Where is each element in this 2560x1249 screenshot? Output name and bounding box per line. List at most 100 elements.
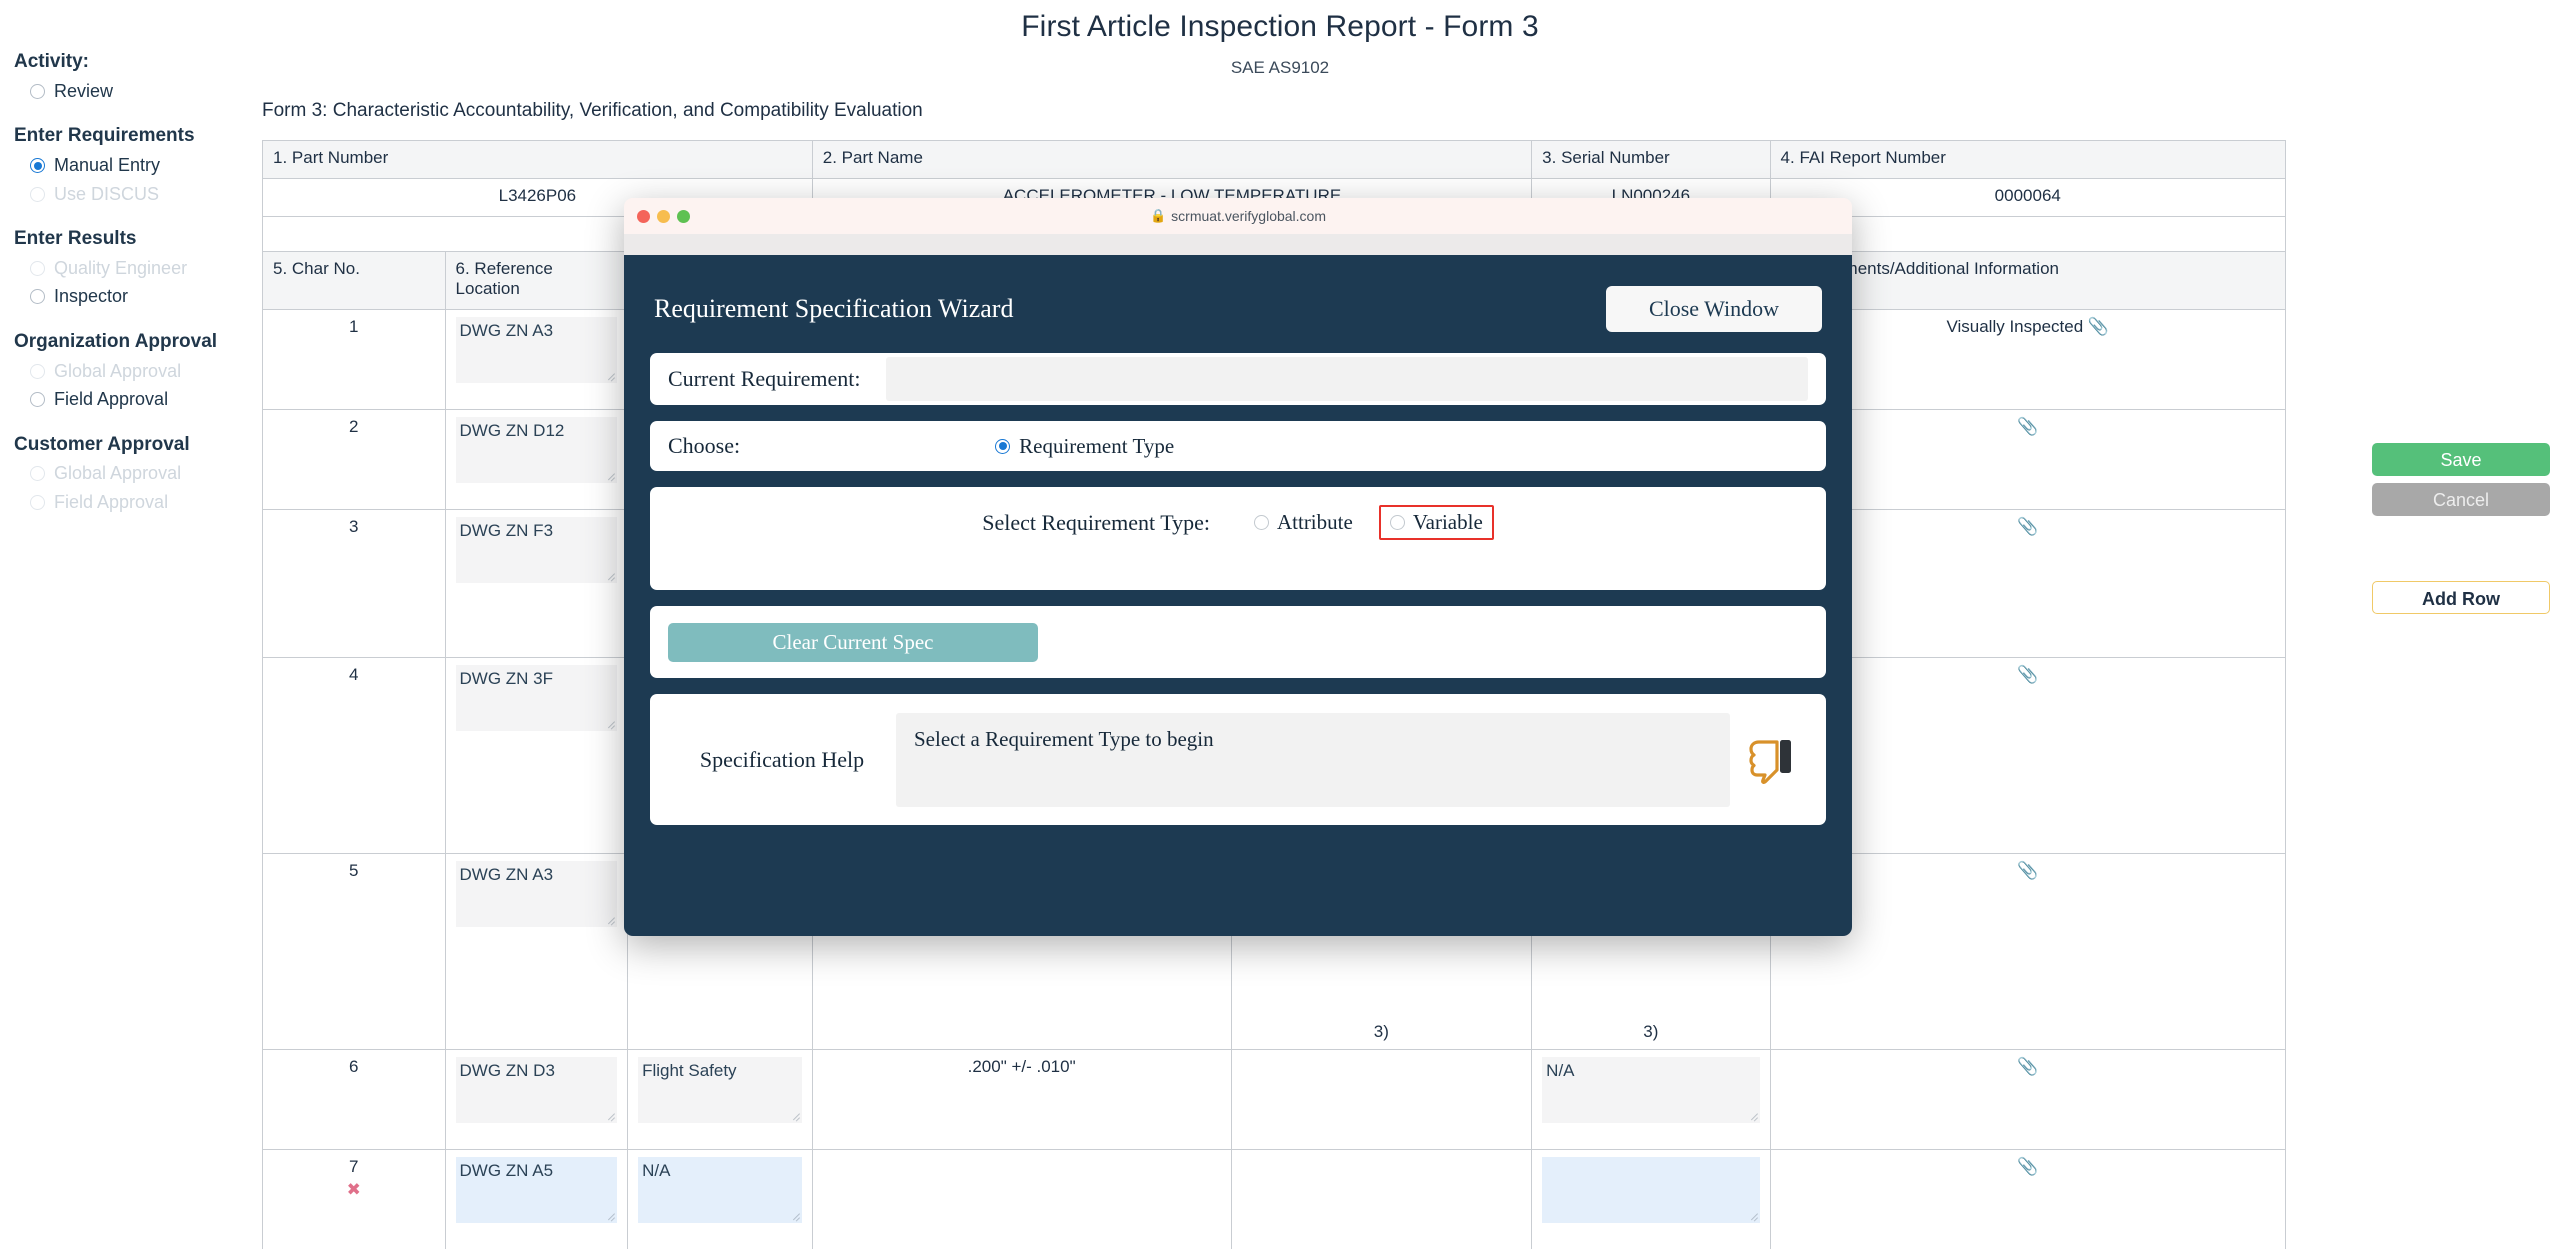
cell-results[interactable] [1230,1049,1533,1150]
designator-input[interactable]: Flight Safety [638,1057,802,1123]
designator-input[interactable]: N/A [638,1157,802,1223]
current-requirement-field[interactable] [886,357,1808,401]
cell-requirement[interactable] [811,1149,1232,1249]
resize-grip-icon[interactable] [606,473,615,482]
paperclip-icon[interactable]: 📎 [2017,1057,2038,1076]
requirement-specification-wizard-modal: Requirement Specification Wizard Close W… [624,255,1852,936]
close-window-button[interactable]: Close Window [1606,286,1822,332]
cell-reference-location[interactable]: DWG ZN A3 [444,853,629,1050]
modal-title: Requirement Specification Wizard [654,294,1014,323]
cancel-button[interactable]: Cancel [2372,483,2550,516]
choose-panel: Choose: Requirement Type [650,421,1826,471]
cell-tooling[interactable] [1531,1149,1771,1249]
radio-icon[interactable] [1253,515,1269,530]
radio-icon [30,466,45,482]
paperclip-icon[interactable]: 📎 [2017,861,2038,880]
table-row: 6 DWG ZN D3 Flight Safety .200" +/- .010… [262,1049,2287,1150]
reference-location-input[interactable]: DWG ZN D12 [455,417,618,483]
paperclip-icon[interactable]: 📎 [2017,417,2038,436]
select-requirement-type-panel: Select Requirement Type: Attribute Varia… [650,487,1826,590]
page-subtitle: SAE AS9102 [1230,58,1330,77]
col-serial-number: 3. Serial Number [1531,140,1771,179]
sidebar-option-org-field-approval[interactable]: Field Approval [14,388,244,411]
cell-requirement[interactable]: .200" +/- .010" [811,1049,1232,1150]
sidebar-option-label: Quality Engineer [54,257,188,278]
radio-icon[interactable] [30,289,45,305]
reference-location-input[interactable]: DWG ZN 3F [455,665,618,731]
radio-icon[interactable] [30,392,45,407]
cell-char-no: 2 [262,409,446,510]
browser-toolbar-gap [624,234,1852,255]
add-row-button[interactable]: Add Row [2372,581,2550,614]
sidebar-option-quality-engineer: Quality Engineer [14,257,244,280]
radio-icon[interactable] [30,83,45,99]
specification-help-panel: Specification Help Select a Requirement … [650,694,1826,825]
resize-grip-icon[interactable] [606,917,615,926]
resize-grip-icon[interactable] [606,721,615,730]
sidebar-group-customer-approval: Customer Approval [14,433,190,455]
cell-char-no: 4 [262,657,446,854]
resize-grip-icon[interactable] [606,573,615,582]
reference-location-input[interactable]: DWG ZN A5 [455,1157,618,1223]
sidebar-activity-label: Activity: [14,51,89,72]
sidebar-group-enter-requirements: Enter Requirements [14,125,195,147]
radio-icon[interactable] [995,438,1011,454]
comments-text: Visually Inspected [1946,317,2084,336]
radio-icon[interactable] [1389,515,1405,530]
resize-grip-icon[interactable] [606,1213,615,1222]
requirement-type-attribute-option[interactable]: Attribute [1246,506,1361,539]
char-no-value: 7 [349,1157,359,1176]
paperclip-icon[interactable]: 📎 [2017,517,2038,536]
paperclip-icon[interactable]: 📎 [2088,317,2109,336]
tooling-input[interactable]: N/A [1542,1057,1760,1123]
choose-option-requirement-type[interactable]: Requirement Type [995,434,1174,459]
cell-char-no: 7 ✖ [262,1149,446,1249]
paperclip-icon[interactable]: 📎 [2017,1157,2038,1176]
requirement-type-variable-option[interactable]: Variable [1378,505,1494,540]
cell-reference-location[interactable]: DWG ZN 3F [444,657,629,854]
resize-grip-icon[interactable] [606,1113,615,1122]
paperclip-icon[interactable]: 📎 [2017,665,2038,684]
sidebar-option-manual-entry[interactable]: Manual Entry [14,154,244,177]
select-requirement-type-label: Select Requirement Type: [982,509,1210,535]
choose-option-label: Requirement Type [1019,433,1175,458]
cell-reference-location[interactable]: DWG ZN A5 [444,1149,629,1249]
cell-reference-location[interactable]: DWG ZN D3 [444,1049,629,1150]
resize-grip-icon[interactable] [1749,1113,1758,1122]
radio-icon [30,494,45,510]
reference-location-input[interactable]: DWG ZN A3 [455,317,618,383]
reference-location-input[interactable]: DWG ZN D3 [455,1057,618,1123]
cell-char-no: 3 [262,509,446,658]
sidebar-option-inspector[interactable]: Inspector [14,285,244,308]
sidebar-option-label: Review [54,80,114,101]
variable-label: Variable [1412,510,1483,534]
cell-comments[interactable]: 📎 [1769,1149,2287,1249]
sidebar-option-review[interactable]: Review [14,80,244,103]
cell-reference-location[interactable]: DWG ZN F3 [444,509,629,658]
cell-reference-location[interactable]: DWG ZN A3 [444,309,629,410]
thumbs-down-icon [1730,736,1808,784]
cell-char-no: 1 [262,309,446,410]
sidebar-option-label: Field Approval [54,389,169,409]
resize-grip-icon[interactable] [791,1213,800,1222]
resize-grip-icon[interactable] [1749,1213,1758,1222]
cell-designator[interactable]: Flight Safety [627,1049,813,1150]
cell-comments[interactable]: 📎 [1769,1049,2287,1150]
resize-grip-icon[interactable] [606,373,615,382]
cell-designator[interactable]: N/A [627,1149,813,1249]
browser-chrome: 🔒 scrmuat.verifyglobal.com [624,198,1852,234]
save-button[interactable]: Save [2372,443,2550,476]
reference-location-input[interactable]: DWG ZN F3 [455,517,618,583]
tooling-input[interactable] [1542,1157,1760,1223]
cell-tooling[interactable]: N/A [1531,1049,1771,1150]
resize-grip-icon[interactable] [791,1113,800,1122]
cell-reference-location[interactable]: DWG ZN D12 [444,409,629,510]
radio-icon[interactable] [30,158,45,173]
col-fai-report-number: 4. FAI Report Number [1769,140,2287,179]
page-title: First Article Inspection Report - Form 3 [1021,10,1539,43]
col-reference-location: 6. Reference Location [444,251,629,310]
cell-results[interactable] [1230,1149,1533,1249]
reference-location-input[interactable]: DWG ZN A3 [455,861,618,927]
clear-current-spec-button[interactable]: Clear Current Spec [668,622,1038,662]
requirement-wizard-window: 🔒 scrmuat.verifyglobal.com Requirement S… [624,198,1852,936]
